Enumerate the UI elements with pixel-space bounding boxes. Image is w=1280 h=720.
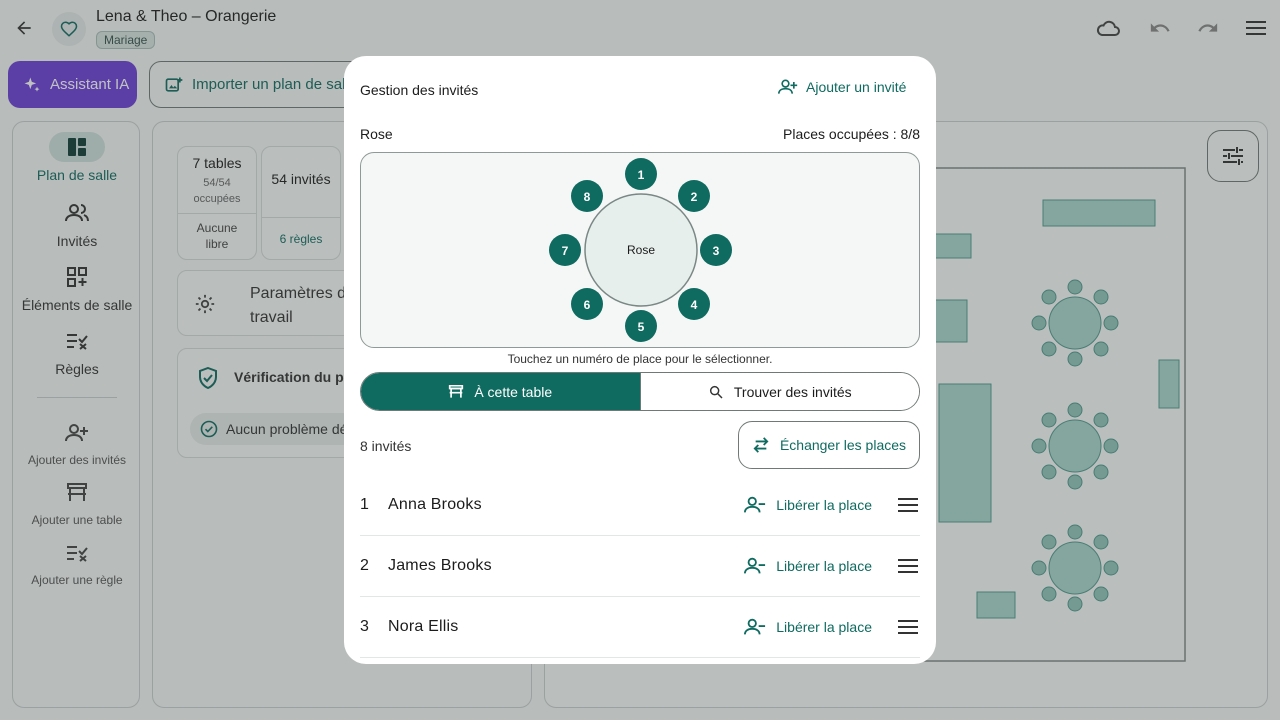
free-seat-button[interactable]: Libérer la place bbox=[744, 556, 872, 576]
seat-number: 3 bbox=[713, 244, 720, 258]
guest-row[interactable]: 2 James Brooks Libérer la place bbox=[360, 536, 920, 597]
seat-diagram-svg: Rose 1 2 3 4 5 6 7 8 bbox=[549, 158, 732, 342]
seat-2[interactable]: 2 bbox=[678, 180, 710, 212]
drag-handle-icon[interactable] bbox=[896, 615, 920, 639]
seat-5[interactable]: 5 bbox=[625, 310, 657, 342]
tab-label: À cette table bbox=[474, 383, 553, 400]
swap-seats-button[interactable]: Échanger les places bbox=[738, 421, 920, 469]
free-seat-label: Libérer la place bbox=[776, 619, 872, 635]
remove-person-icon bbox=[744, 557, 766, 574]
guest-seat-number: 2 bbox=[360, 557, 369, 574]
free-seat-button[interactable]: Libérer la place bbox=[744, 617, 872, 637]
seat-number: 4 bbox=[691, 298, 698, 312]
seat-number: 5 bbox=[638, 320, 645, 334]
search-icon bbox=[709, 385, 723, 399]
seat-6[interactable]: 6 bbox=[571, 288, 603, 320]
free-seat-label: Libérer la place bbox=[776, 497, 872, 513]
dialog-title: Gestion des invités bbox=[360, 82, 479, 98]
view-segmented-control: À cette table Trouver des invités bbox=[360, 372, 920, 411]
add-person-icon bbox=[778, 79, 798, 94]
guest-seat-number: 1 bbox=[360, 496, 369, 513]
tab-find-guests[interactable]: Trouver des invités bbox=[639, 373, 919, 410]
seat-number: 1 bbox=[638, 168, 645, 182]
add-guest-label: Ajouter un invité bbox=[806, 79, 907, 95]
seat-1[interactable]: 1 bbox=[625, 158, 657, 190]
remove-person-icon bbox=[744, 618, 766, 635]
guest-row[interactable]: 3 Nora Ellis Libérer la place bbox=[360, 597, 920, 658]
guest-name: Anna Brooks bbox=[388, 496, 482, 513]
seat-number: 8 bbox=[584, 190, 591, 204]
guest-seat-number: 3 bbox=[360, 618, 369, 635]
free-seat-button[interactable]: Libérer la place bbox=[744, 495, 872, 515]
seat-number: 7 bbox=[562, 244, 569, 258]
drag-handle-icon[interactable] bbox=[896, 493, 920, 517]
seat-3[interactable]: 3 bbox=[700, 234, 732, 266]
seat-number: 6 bbox=[584, 298, 591, 312]
tab-label: Trouver des invités bbox=[733, 383, 852, 400]
table-seat-diagram: Rose 1 2 3 4 5 6 7 8 bbox=[360, 152, 920, 348]
free-seat-label: Libérer la place bbox=[776, 558, 872, 574]
swap-label: Échanger les places bbox=[779, 437, 907, 453]
table-icon bbox=[449, 384, 464, 398]
round-table-label: Rose bbox=[627, 243, 655, 257]
seat-hint: Touchez un numéro de place pour le sélec… bbox=[507, 352, 773, 366]
seat-7[interactable]: 7 bbox=[549, 234, 581, 266]
seats-occupied: Places occupées : 8/8 bbox=[783, 126, 920, 142]
guest-name: James Brooks bbox=[388, 557, 492, 574]
guest-row[interactable]: 1 Anna Brooks Libérer la place bbox=[360, 475, 920, 536]
remove-person-icon bbox=[744, 496, 766, 513]
tab-at-this-table[interactable]: À cette table bbox=[361, 373, 640, 410]
add-guest-button[interactable]: Ajouter un invité bbox=[778, 78, 906, 96]
guest-management-dialog: Gestion des invités Ajouter un invité Ro… bbox=[344, 56, 936, 664]
swap-arrows-icon bbox=[753, 437, 769, 453]
seat-4[interactable]: 4 bbox=[678, 288, 710, 320]
guest-name: Nora Ellis bbox=[388, 618, 459, 635]
seat-number: 2 bbox=[691, 190, 698, 204]
table-name: Rose bbox=[360, 126, 393, 142]
drag-handle-icon[interactable] bbox=[896, 554, 920, 578]
seat-8[interactable]: 8 bbox=[571, 180, 603, 212]
guest-count: 8 invités bbox=[360, 438, 412, 454]
